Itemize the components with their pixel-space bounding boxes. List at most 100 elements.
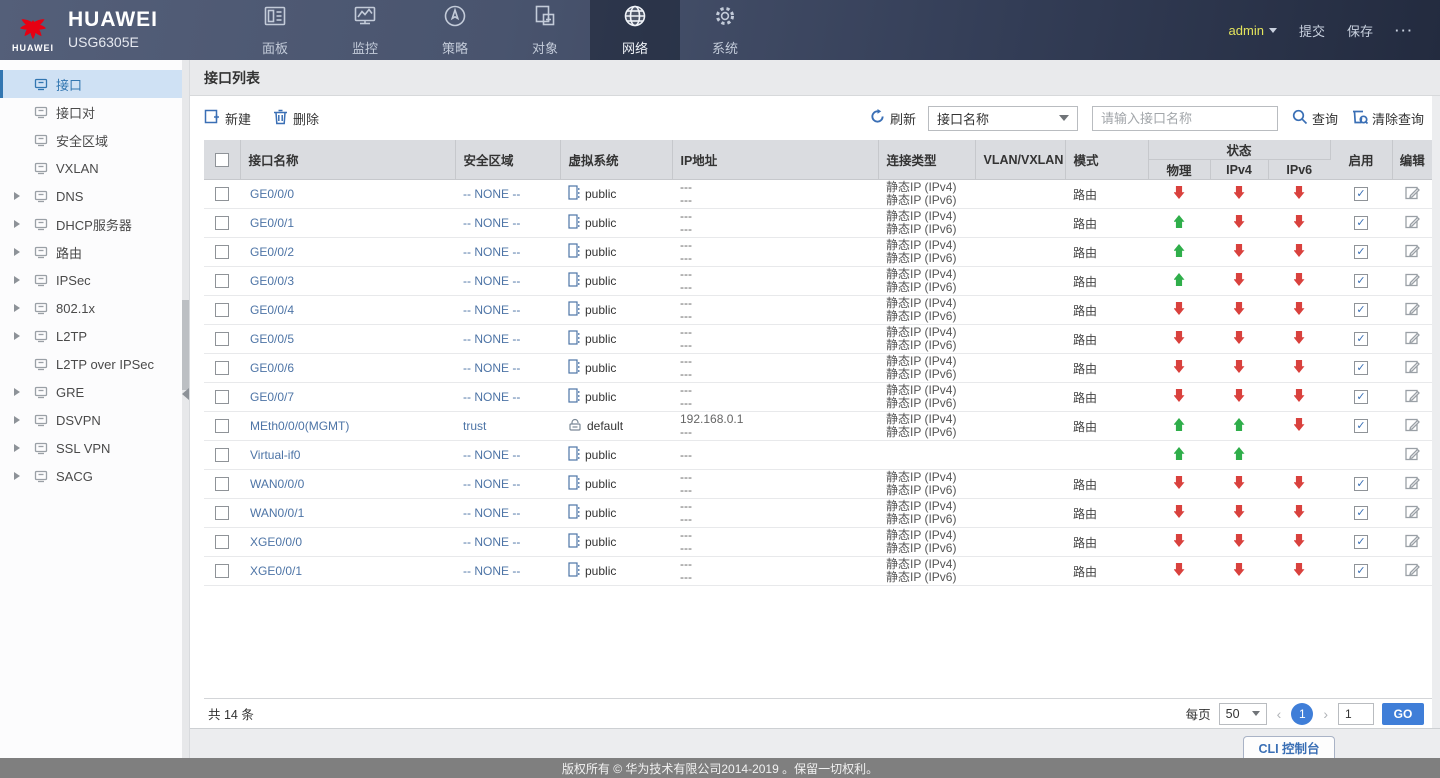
more-menu-icon[interactable]: ··· (1395, 23, 1414, 38)
edit-icon[interactable] (1405, 504, 1420, 519)
edit-icon[interactable] (1405, 475, 1420, 490)
security-zone-link[interactable]: -- NONE -- (463, 274, 520, 288)
nav-dashboard[interactable]: 面板 (230, 0, 320, 60)
expand-arrow-icon[interactable] (14, 220, 20, 228)
expand-arrow-icon[interactable] (14, 304, 20, 312)
sidebar-item-接口[interactable]: 接口 (0, 70, 189, 98)
expand-arrow-icon[interactable] (14, 332, 20, 340)
nav-object[interactable]: 对象 (500, 0, 590, 60)
edit-icon[interactable] (1405, 330, 1420, 345)
security-zone-link[interactable]: -- NONE -- (463, 216, 520, 230)
security-zone-link[interactable]: -- NONE -- (463, 187, 520, 201)
interface-name-link[interactable]: GE0/0/1 (250, 216, 294, 230)
row-checkbox[interactable] (215, 216, 229, 230)
enable-checkbox[interactable] (1354, 361, 1368, 375)
per-page-select[interactable]: 50 (1219, 703, 1267, 725)
interface-name-link[interactable]: GE0/0/5 (250, 332, 294, 346)
security-zone-link[interactable]: -- NONE -- (463, 448, 520, 462)
sidebar-item-dsvpn[interactable]: DSVPN (0, 406, 189, 434)
edit-icon[interactable] (1405, 214, 1420, 229)
nav-policy[interactable]: 策略 (410, 0, 500, 60)
enable-checkbox[interactable] (1354, 535, 1368, 549)
expand-arrow-icon[interactable] (14, 472, 20, 480)
interface-name-link[interactable]: WAN0/0/1 (250, 506, 304, 520)
query-button[interactable]: 查询 (1292, 109, 1338, 128)
row-checkbox[interactable] (215, 303, 229, 317)
row-checkbox[interactable] (215, 274, 229, 288)
expand-arrow-icon[interactable] (14, 276, 20, 284)
expand-arrow-icon[interactable] (14, 416, 20, 424)
row-checkbox[interactable] (215, 477, 229, 491)
refresh-button[interactable]: 刷新 (870, 109, 916, 128)
sidebar-scrollbar[interactable] (182, 60, 189, 758)
next-page-icon[interactable]: › (1321, 706, 1330, 722)
clear-query-button[interactable]: 清除查询 (1352, 109, 1424, 128)
enable-checkbox[interactable] (1354, 390, 1368, 404)
sidebar-item-vxlan[interactable]: VXLAN (0, 154, 189, 182)
commit-button[interactable]: 提交 (1299, 21, 1325, 40)
goto-page-input[interactable] (1338, 703, 1374, 725)
nav-system[interactable]: 系统 (680, 0, 770, 60)
sidebar-scrollbar-thumb[interactable] (182, 300, 189, 390)
interface-name-link[interactable]: GE0/0/7 (250, 390, 294, 404)
interface-name-link[interactable]: GE0/0/3 (250, 274, 294, 288)
edit-icon[interactable] (1405, 243, 1420, 258)
row-checkbox[interactable] (215, 390, 229, 404)
user-menu[interactable]: admin (1229, 23, 1277, 38)
edit-icon[interactable] (1405, 301, 1420, 316)
row-checkbox[interactable] (215, 332, 229, 346)
row-checkbox[interactable] (215, 361, 229, 375)
new-button[interactable]: 新建 (204, 109, 251, 128)
security-zone-link[interactable]: -- NONE -- (463, 564, 520, 578)
row-checkbox[interactable] (215, 506, 229, 520)
enable-checkbox[interactable] (1354, 477, 1368, 491)
sidebar-item-802.1x[interactable]: 802.1x (0, 294, 189, 322)
interface-name-link[interactable]: GE0/0/6 (250, 361, 294, 375)
expand-arrow-icon[interactable] (14, 444, 20, 452)
security-zone-link[interactable]: trust (463, 419, 486, 433)
edit-icon[interactable] (1405, 272, 1420, 287)
row-checkbox[interactable] (215, 564, 229, 578)
enable-checkbox[interactable] (1354, 187, 1368, 201)
row-checkbox[interactable] (215, 535, 229, 549)
enable-checkbox[interactable] (1354, 419, 1368, 433)
filter-field-select[interactable]: 接口名称 (928, 106, 1078, 131)
enable-checkbox[interactable] (1354, 506, 1368, 520)
cli-console-button[interactable]: CLI 控制台 (1243, 736, 1335, 758)
row-checkbox[interactable] (215, 448, 229, 462)
enable-checkbox[interactable] (1354, 216, 1368, 230)
expand-arrow-icon[interactable] (14, 248, 20, 256)
sidebar-collapse-icon[interactable] (182, 388, 189, 400)
security-zone-link[interactable]: -- NONE -- (463, 303, 520, 317)
nav-network[interactable]: 网络 (590, 0, 680, 60)
sidebar-item-dhcp服务器[interactable]: DHCP服务器 (0, 210, 189, 238)
enable-checkbox[interactable] (1354, 332, 1368, 346)
security-zone-link[interactable]: -- NONE -- (463, 361, 520, 375)
sidebar-item-接口对[interactable]: 接口对 (0, 98, 189, 126)
nav-monitor[interactable]: 监控 (320, 0, 410, 60)
row-checkbox[interactable] (215, 419, 229, 433)
expand-arrow-icon[interactable] (14, 388, 20, 396)
security-zone-link[interactable]: -- NONE -- (463, 332, 520, 346)
interface-name-link[interactable]: WAN0/0/0 (250, 477, 304, 491)
security-zone-link[interactable]: -- NONE -- (463, 390, 520, 404)
interface-name-link[interactable]: MEth0/0/0(MGMT) (250, 419, 349, 433)
interface-name-link[interactable]: XGE0/0/1 (250, 564, 302, 578)
expand-arrow-icon[interactable] (14, 192, 20, 200)
sidebar-item-dns[interactable]: DNS (0, 182, 189, 210)
interface-name-link[interactable]: XGE0/0/0 (250, 535, 302, 549)
edit-icon[interactable] (1405, 562, 1420, 577)
save-button[interactable]: 保存 (1347, 21, 1373, 40)
security-zone-link[interactable]: -- NONE -- (463, 535, 520, 549)
prev-page-icon[interactable]: ‹ (1275, 706, 1284, 722)
edit-icon[interactable] (1405, 446, 1420, 461)
sidebar-item-l2tp-over-ipsec[interactable]: L2TP over IPSec (0, 350, 189, 378)
row-checkbox[interactable] (215, 187, 229, 201)
search-input[interactable] (1092, 106, 1278, 131)
enable-checkbox[interactable] (1354, 245, 1368, 259)
enable-checkbox[interactable] (1354, 274, 1368, 288)
security-zone-link[interactable]: -- NONE -- (463, 245, 520, 259)
enable-checkbox[interactable] (1354, 564, 1368, 578)
edit-icon[interactable] (1405, 417, 1420, 432)
sidebar-item-安全区域[interactable]: 安全区域 (0, 126, 189, 154)
